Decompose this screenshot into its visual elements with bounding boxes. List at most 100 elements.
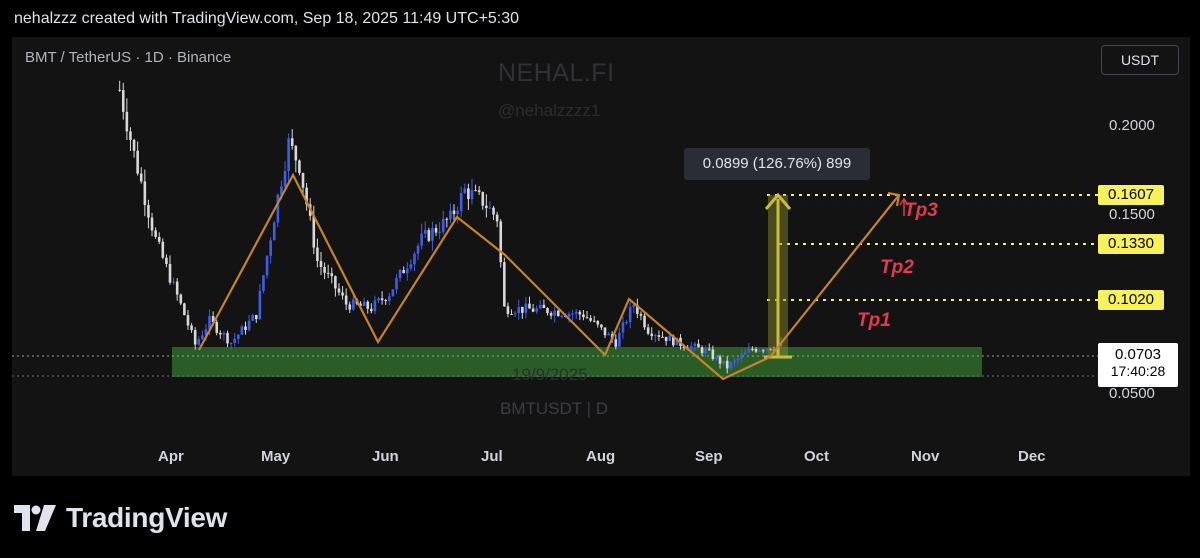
candle-body <box>697 343 700 348</box>
candle-body <box>387 296 391 302</box>
candle-body <box>301 173 305 188</box>
price-label-tp2: 0.1330 <box>1098 234 1164 254</box>
candle-body <box>736 358 740 361</box>
x-tick-jun: Jun <box>372 448 399 465</box>
candle-body <box>222 332 226 335</box>
candle-body <box>477 190 481 193</box>
candle-body <box>413 253 416 265</box>
candle-body <box>237 334 240 339</box>
candle-body <box>319 261 323 267</box>
candle-body <box>298 160 301 174</box>
candle-body <box>341 292 344 296</box>
candle-body <box>362 301 366 306</box>
candle-body <box>326 272 330 274</box>
candle-body <box>549 313 553 316</box>
candle-body <box>506 306 510 314</box>
candle-body <box>481 192 485 206</box>
header-caption: nehalzzz created with TradingView.com, S… <box>14 10 520 27</box>
candle-body <box>377 298 380 301</box>
candle-body <box>190 325 193 331</box>
currency-button[interactable]: USDT <box>1101 45 1179 75</box>
price-label-tp1: 0.1020 <box>1098 290 1164 310</box>
candle-body <box>247 320 251 330</box>
y-tick-0200: 0.2000 <box>1109 117 1155 134</box>
candle-body <box>337 288 341 293</box>
candle-body <box>546 308 549 314</box>
candle-body <box>370 308 373 312</box>
tp2-label: Tp2 <box>880 257 914 278</box>
candle-body <box>229 342 233 344</box>
candle-body <box>157 236 161 242</box>
last-price-label: 0.0703 17:40:28 <box>1098 343 1178 387</box>
tp3-label: Tp3 <box>904 200 938 221</box>
candle-body <box>283 171 287 187</box>
watermark-handle: @nehalzzzz1 <box>498 101 601 120</box>
candle-body <box>402 269 405 274</box>
candle-body <box>596 320 600 325</box>
candle-body <box>589 318 592 321</box>
candle-body <box>639 313 643 316</box>
candle-body <box>729 362 733 369</box>
candle-body <box>459 193 463 211</box>
candle-body <box>456 210 459 215</box>
candle-body <box>556 310 560 317</box>
candle-body <box>492 207 495 215</box>
x-tick-sep: Sep <box>695 448 723 465</box>
watermark-symbol: BMTUSDT | D <box>500 399 608 418</box>
candle-body <box>431 228 434 241</box>
x-tick-dec: Dec <box>1018 448 1046 465</box>
candle-body <box>150 217 154 231</box>
candle-body <box>524 303 528 313</box>
candle-body <box>416 245 420 254</box>
candle-body <box>722 360 725 364</box>
candle-body <box>711 349 715 359</box>
candle-body <box>758 350 761 352</box>
candle-body <box>244 326 247 330</box>
candle-body <box>233 338 237 343</box>
candle-body <box>409 264 413 269</box>
bar-countdown: 17:40:28 <box>1110 363 1166 379</box>
watermark-date: 19/9/2025 <box>512 365 588 384</box>
candle-body <box>495 214 499 222</box>
candle-body <box>186 315 190 326</box>
candle-body <box>348 304 352 310</box>
candle-body <box>276 194 280 223</box>
candle-body <box>316 247 319 262</box>
candle-body <box>654 335 657 337</box>
candle-body <box>136 150 139 174</box>
candle-body <box>420 233 423 246</box>
candle-body <box>226 332 229 344</box>
tp1-label: Tp1 <box>857 310 891 331</box>
symbol-title: BMT / TetherUS · 1D · Binance <box>25 49 232 66</box>
candle-body <box>693 343 697 347</box>
candle-body <box>704 348 707 354</box>
candle-body <box>118 89 121 91</box>
candle-body <box>294 145 298 161</box>
candle-body <box>193 330 197 345</box>
candle-body <box>427 230 431 241</box>
candle-body <box>715 356 718 359</box>
candle-body <box>517 306 521 314</box>
candle-body <box>219 332 222 335</box>
candle-body <box>395 278 398 290</box>
candle-body <box>707 348 711 350</box>
candle-body <box>718 356 722 364</box>
candle-body <box>600 324 603 328</box>
candle-body <box>344 295 348 305</box>
candle-body <box>542 304 546 309</box>
candle-body <box>161 241 165 258</box>
chart-panel[interactable]: BMT / TetherUS · 1D · Binance USDT NEHAL… <box>12 37 1190 476</box>
candle-body <box>125 111 129 132</box>
footer-logo[interactable]: TradingView <box>14 498 227 538</box>
candle-body <box>463 188 467 194</box>
candle-body <box>488 207 492 209</box>
measure-label: 0.0899 (126.76%) 899 <box>684 148 870 180</box>
candle-body <box>689 346 693 350</box>
candle-body <box>179 294 183 304</box>
candle-body <box>215 321 219 333</box>
candle-body <box>751 348 754 350</box>
candle-body <box>334 276 337 289</box>
candle-body <box>765 348 769 351</box>
candle-body <box>467 188 470 200</box>
candle-body <box>535 308 538 312</box>
